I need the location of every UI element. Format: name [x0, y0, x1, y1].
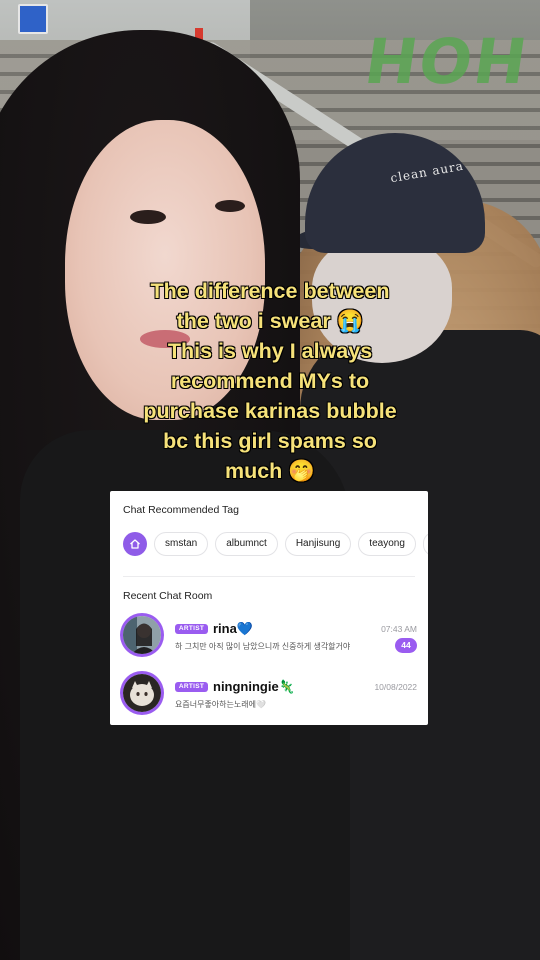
- caption-line: the two i swear 😭: [176, 309, 364, 333]
- avatar-photo: [123, 616, 161, 654]
- artist-badge: ARTIST: [175, 624, 208, 634]
- right-eye: [215, 200, 245, 212]
- caption-line: bc this girl spams so: [163, 429, 377, 453]
- avatar: [120, 613, 164, 657]
- caption-line: The difference between: [150, 279, 390, 303]
- last-message: 요즘너무좋아하는노래에🤍: [175, 700, 266, 709]
- bubble-chat-screenshot: Chat Recommended Tag smstan albumnct Han…: [110, 491, 428, 725]
- tag-list: smstan albumnct Hanjisung teayong: [123, 532, 428, 558]
- avatar-photo-glyph: [123, 674, 161, 712]
- room-name: rina💙: [213, 621, 254, 636]
- home-icon[interactable]: [123, 532, 147, 556]
- graffiti: HOH: [360, 25, 534, 98]
- last-message: 하 그치만 아직 많이 남았으니까 신중하게 생각할거야: [175, 642, 351, 651]
- caption-line: This is why I always: [167, 339, 373, 363]
- street-sign: [18, 4, 48, 34]
- tag-chip[interactable]: albumnct: [215, 532, 278, 556]
- caption-line: much 🤭: [224, 459, 316, 483]
- recommended-tag-title: Chat Recommended Tag: [123, 504, 239, 516]
- caption-line: recommend MYs to: [170, 369, 370, 393]
- avatar: [120, 671, 164, 715]
- tag-chip[interactable]: smstan: [154, 532, 209, 556]
- divider: [123, 576, 415, 577]
- chat-room-item[interactable]: ARTIST rina💙 하 그치만 아직 많이 남았으니까 신중하게 생각할거…: [120, 613, 420, 663]
- tag-chip[interactable]: teayong: [358, 532, 416, 556]
- recent-chat-title: Recent Chat Room: [123, 590, 213, 602]
- room-name: ningningie🦎: [213, 679, 295, 694]
- avatar-photo-glyph: [123, 616, 161, 654]
- left-eye: [130, 210, 166, 224]
- message-date: 10/08/2022: [374, 682, 417, 692]
- caption-line: purchase karinas bubble: [143, 399, 397, 423]
- chat-room-item[interactable]: ARTIST ningningie🦎 요즘너무좋아하는노래에🤍 10/08/20…: [120, 671, 420, 721]
- home-icon-glyph: [130, 539, 140, 549]
- avatar-photo: [123, 674, 161, 712]
- tag-chip-partial[interactable]: [422, 532, 428, 556]
- artist-badge: ARTIST: [175, 682, 208, 692]
- video-caption: The difference between the two i swear 😭…: [0, 276, 540, 486]
- unread-count-badge: 44: [395, 638, 417, 653]
- tag-chip[interactable]: Hanjisung: [284, 532, 352, 556]
- message-time: 07:43 AM: [381, 624, 417, 634]
